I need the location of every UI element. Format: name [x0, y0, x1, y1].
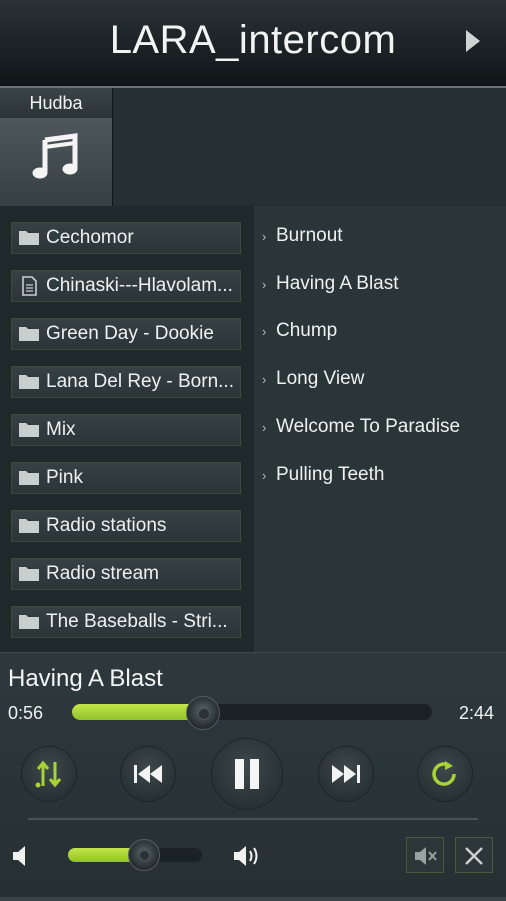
folder-item[interactable]: Mix — [11, 414, 241, 446]
mute-button[interactable] — [406, 837, 444, 873]
folder-icon — [18, 564, 42, 584]
repeat-icon — [432, 761, 456, 786]
folder-icon — [18, 468, 42, 488]
sort-arrows-icon — [35, 760, 62, 788]
folder-list: Cechomor Chinaski---Hlavolam... Green Da… — [0, 206, 254, 652]
folder-item[interactable]: Chinaski---Hlavolam... — [11, 270, 241, 302]
folder-item[interactable]: Pink — [11, 462, 241, 494]
folder-icon — [18, 324, 42, 344]
pause-icon — [235, 759, 259, 789]
music-note-icon — [32, 133, 78, 179]
track-label: Pulling Teeth — [276, 464, 385, 485]
track-label: Having A Blast — [276, 273, 399, 294]
seek-bar-thumb[interactable] — [185, 696, 220, 730]
mute-icon — [415, 847, 437, 865]
folder-icon — [18, 516, 42, 536]
folder-label: Cechomor — [46, 227, 134, 248]
chevron-right-icon: › — [262, 371, 267, 387]
folder-icon — [18, 372, 42, 392]
previous-button[interactable] — [121, 747, 175, 801]
now-playing-title: Having A Blast — [8, 665, 163, 692]
folder-icon — [18, 420, 42, 440]
chevron-right-icon: › — [262, 228, 267, 244]
folder-icon — [18, 612, 42, 632]
folder-label: Mix — [46, 419, 76, 440]
track-item[interactable]: › Welcome To Paradise — [262, 413, 460, 441]
close-icon — [465, 847, 483, 865]
category-label: Hudba — [0, 88, 113, 118]
repeat-button[interactable] — [418, 747, 472, 801]
folder-label: Green Day - Dookie — [46, 323, 214, 344]
folder-label: Radio stream — [46, 563, 159, 584]
category-bar: Hudba — [0, 88, 506, 206]
volume-low-icon — [13, 846, 25, 866]
volume-slider-thumb[interactable] — [128, 839, 161, 871]
skip-previous-icon — [134, 765, 162, 783]
folder-label: Pink — [46, 467, 83, 488]
folder-label: Chinaski---Hlavolam... — [46, 275, 233, 296]
elapsed-time: 0:56 — [8, 703, 44, 723]
category-icon-box[interactable] — [0, 118, 113, 206]
app-header: LARA_intercom — [0, 0, 506, 88]
volume-slider[interactable] — [68, 839, 202, 871]
player-panel: Having A Blast 0:56 2:44 — [0, 652, 506, 901]
folder-label: The Baseballs - Stri... — [46, 611, 228, 632]
track-label: Long View — [276, 368, 365, 389]
folder-item[interactable]: Radio stream — [11, 558, 241, 590]
divider — [28, 818, 478, 820]
skip-next-icon — [332, 765, 360, 783]
play-arrow-icon[interactable] — [466, 30, 480, 52]
app-title: LARA_intercom — [109, 18, 397, 62]
content-area: Cechomor Chinaski---Hlavolam... Green Da… — [0, 206, 506, 652]
volume-high-icon — [234, 846, 258, 866]
track-label: Welcome To Paradise — [276, 416, 461, 437]
folder-item[interactable]: Radio stations — [11, 510, 241, 542]
track-item[interactable]: › Burnout — [262, 222, 343, 250]
folder-item[interactable]: Cechomor — [11, 222, 241, 254]
shuffle-button[interactable] — [22, 747, 76, 801]
folder-item[interactable]: Lana Del Rey - Born... — [11, 366, 241, 398]
chevron-right-icon: › — [262, 467, 267, 483]
folder-label: Lana Del Rey - Born... — [46, 371, 234, 392]
folder-label: Radio stations — [46, 515, 167, 536]
bottom-edge — [0, 897, 506, 901]
track-item[interactable]: › Long View — [262, 365, 364, 393]
seek-bar[interactable] — [72, 696, 432, 730]
folder-item[interactable]: The Baseballs - Stri... — [11, 606, 241, 638]
seek-bar-fill — [72, 704, 202, 720]
track-item[interactable]: › Pulling Teeth — [262, 461, 384, 489]
folder-icon — [18, 228, 42, 248]
track-label: Burnout — [276, 225, 343, 246]
chevron-right-icon: › — [262, 323, 267, 339]
chevron-right-icon: › — [262, 419, 267, 435]
track-item[interactable]: › Chump — [262, 317, 337, 345]
close-button[interactable] — [455, 837, 493, 873]
pause-button[interactable] — [212, 739, 282, 809]
category-tab-hudba[interactable]: Hudba — [0, 88, 113, 206]
track-list: › Burnout › Having A Blast › Chump › Lon… — [254, 206, 506, 652]
file-icon — [18, 276, 42, 296]
total-time: 2:44 — [458, 703, 494, 723]
track-item[interactable]: › Having A Blast — [262, 270, 399, 298]
folder-item[interactable]: Green Day - Dookie — [11, 318, 241, 350]
track-label: Chump — [276, 320, 338, 341]
chevron-right-icon: › — [262, 276, 267, 292]
next-button[interactable] — [319, 747, 373, 801]
